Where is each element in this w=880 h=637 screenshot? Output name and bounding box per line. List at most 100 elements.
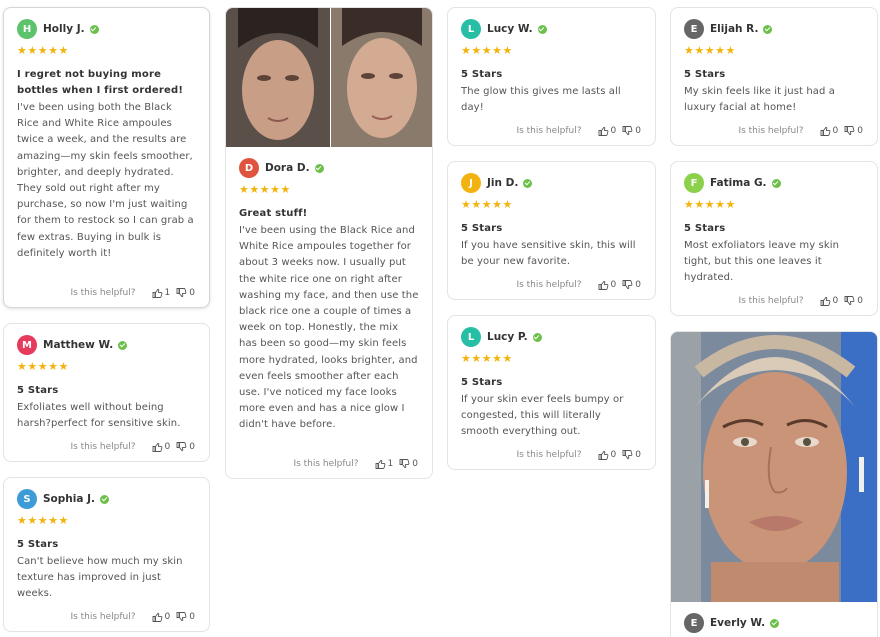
reviewer-name: Lucy W. — [487, 23, 533, 35]
review-card-matthew: M Matthew W. ★★★★★ 5 Stars Exfoliates we… — [3, 323, 210, 462]
avatar: J — [461, 173, 481, 193]
thumbs-down-button[interactable]: 0 — [622, 126, 641, 136]
thumbs-down-icon — [176, 288, 187, 298]
avatar: D — [239, 158, 259, 178]
review-body: I've been using both the Black Rice and … — [17, 102, 194, 259]
thumbs-down-icon — [844, 126, 855, 136]
thumbs-down-count: 0 — [189, 442, 195, 452]
helpful-row: Is this helpful? 0 0 — [738, 296, 863, 306]
review-body: If your skin ever feels bumpy or congest… — [461, 394, 624, 438]
thumbs-down-icon — [622, 450, 633, 460]
helpful-prompt: Is this helpful? — [738, 296, 804, 306]
thumbs-up-count: 0 — [610, 126, 617, 136]
star-rating: ★★★★★ — [684, 44, 736, 57]
review-title: Great stuff! — [239, 208, 308, 219]
thumbs-up-count: 0 — [610, 450, 617, 460]
helpful-row: Is this helpful? 0 0 — [70, 442, 195, 452]
verified-check-icon — [89, 24, 99, 34]
reviewer-name: Sophia J. — [43, 493, 96, 505]
review-card-fatima: F Fatima G. ★★★★★ 5 Stars Most exfoliato… — [670, 161, 878, 316]
helpful-prompt: Is this helpful? — [516, 450, 582, 460]
helpful-row: Is this helpful? 0 0 — [70, 612, 195, 622]
thumbs-down-count: 0 — [857, 296, 863, 306]
thumbs-down-icon — [622, 280, 633, 290]
thumbs-up-button[interactable]: 1 — [152, 288, 170, 298]
review-card-lucy-w: L Lucy W. ★★★★★ 5 Stars The glow this gi… — [447, 7, 656, 146]
reviewer-name: Dora D. — [265, 162, 310, 174]
review-photo-face[interactable] — [671, 332, 877, 602]
thumbs-down-button[interactable]: 0 — [622, 280, 641, 290]
thumbs-up-button[interactable]: 0 — [598, 280, 616, 290]
review-card-jin: J Jin D. ★★★★★ 5 Stars If you have sensi… — [447, 161, 656, 300]
thumbs-down-count: 0 — [189, 288, 195, 298]
review-body: Most exfoliators leave my skin tight, bu… — [684, 240, 840, 284]
thumbs-down-icon — [844, 296, 855, 306]
helpful-row: Is this helpful? 0 0 — [738, 126, 863, 136]
avatar: E — [684, 613, 704, 633]
thumbs-up-button[interactable]: 0 — [820, 296, 839, 306]
reviewer-name: Everly W. — [710, 617, 766, 629]
thumbs-down-button[interactable]: 0 — [844, 126, 863, 136]
star-rating: ★★★★★ — [17, 44, 69, 57]
review-title: 5 Stars — [461, 69, 503, 80]
thumbs-down-count: 0 — [635, 126, 641, 136]
thumbs-down-button[interactable]: 0 — [176, 288, 195, 298]
thumbs-up-button[interactable]: 0 — [598, 126, 617, 136]
reviewer-name: Jin D. — [487, 177, 519, 189]
thumbs-up-icon — [375, 459, 385, 469]
thumbs-up-button[interactable]: 0 — [152, 612, 171, 622]
review-title: I regret not buying more bottles when I … — [17, 69, 184, 96]
thumbs-up-count: 0 — [164, 612, 171, 622]
thumbs-up-icon — [152, 288, 162, 298]
thumbs-up-count: 0 — [832, 296, 839, 306]
thumbs-down-count: 0 — [635, 280, 641, 290]
review-card-everly: E Everly W. — [670, 331, 878, 637]
helpful-prompt: Is this helpful? — [70, 442, 136, 452]
review-title: 5 Stars — [17, 539, 59, 550]
thumbs-down-button[interactable]: 0 — [176, 442, 195, 452]
thumbs-down-count: 0 — [189, 612, 195, 622]
reviewer-name: Holly J. — [43, 23, 85, 35]
helpful-row: Is this helpful? 0 0 — [516, 126, 641, 136]
thumbs-up-button[interactable]: 1 — [375, 459, 393, 469]
review-card-dora: D Dora D. ★★★★★ Great stuff! I've been u… — [225, 7, 433, 479]
selfie-face-photo — [671, 332, 877, 602]
verified-check-icon — [314, 163, 324, 173]
thumbs-up-icon — [598, 280, 608, 290]
thumbs-down-button[interactable]: 0 — [844, 296, 863, 306]
helpful-prompt: Is this helpful? — [70, 288, 136, 298]
thumbs-up-icon — [598, 126, 608, 136]
thumbs-up-button[interactable]: 0 — [598, 450, 617, 460]
thumbs-down-icon — [399, 459, 410, 469]
avatar: M — [17, 335, 37, 355]
helpful-row: Is this helpful? 0 0 — [516, 280, 641, 290]
thumbs-down-button[interactable]: 0 — [399, 459, 418, 469]
review-photo-before-after[interactable] — [226, 8, 432, 147]
thumbs-up-button[interactable]: 0 — [820, 126, 839, 136]
review-body: Can't believe how much my skin texture h… — [17, 556, 183, 600]
thumbs-down-icon — [176, 612, 187, 622]
thumbs-down-button[interactable]: 0 — [622, 450, 641, 460]
helpful-prompt: Is this helpful? — [516, 280, 582, 290]
review-title: 5 Stars — [17, 385, 59, 396]
thumbs-down-count: 0 — [635, 450, 641, 460]
thumbs-down-button[interactable]: 0 — [176, 612, 195, 622]
review-card-elijah: E Elijah R. ★★★★★ 5 Stars My skin feels … — [670, 7, 878, 146]
helpful-prompt: Is this helpful? — [70, 612, 136, 622]
avatar: L — [461, 19, 481, 39]
helpful-row: Is this helpful? 1 0 — [293, 459, 418, 469]
thumbs-down-count: 0 — [412, 459, 418, 469]
review-title: 5 Stars — [684, 223, 726, 234]
review-title: 5 Stars — [461, 377, 503, 388]
thumbs-up-icon — [152, 612, 162, 622]
review-body: The glow this gives me lasts all day! — [461, 86, 621, 114]
helpful-row: Is this helpful? 1 0 — [70, 288, 195, 298]
star-rating: ★★★★★ — [461, 198, 513, 211]
thumbs-down-count: 0 — [857, 126, 863, 136]
thumbs-up-icon — [820, 126, 830, 136]
verified-check-icon — [537, 24, 547, 34]
thumbs-up-count: 0 — [832, 126, 839, 136]
verified-check-icon — [532, 332, 542, 342]
avatar: F — [684, 173, 704, 193]
thumbs-up-button[interactable]: 0 — [152, 442, 170, 452]
